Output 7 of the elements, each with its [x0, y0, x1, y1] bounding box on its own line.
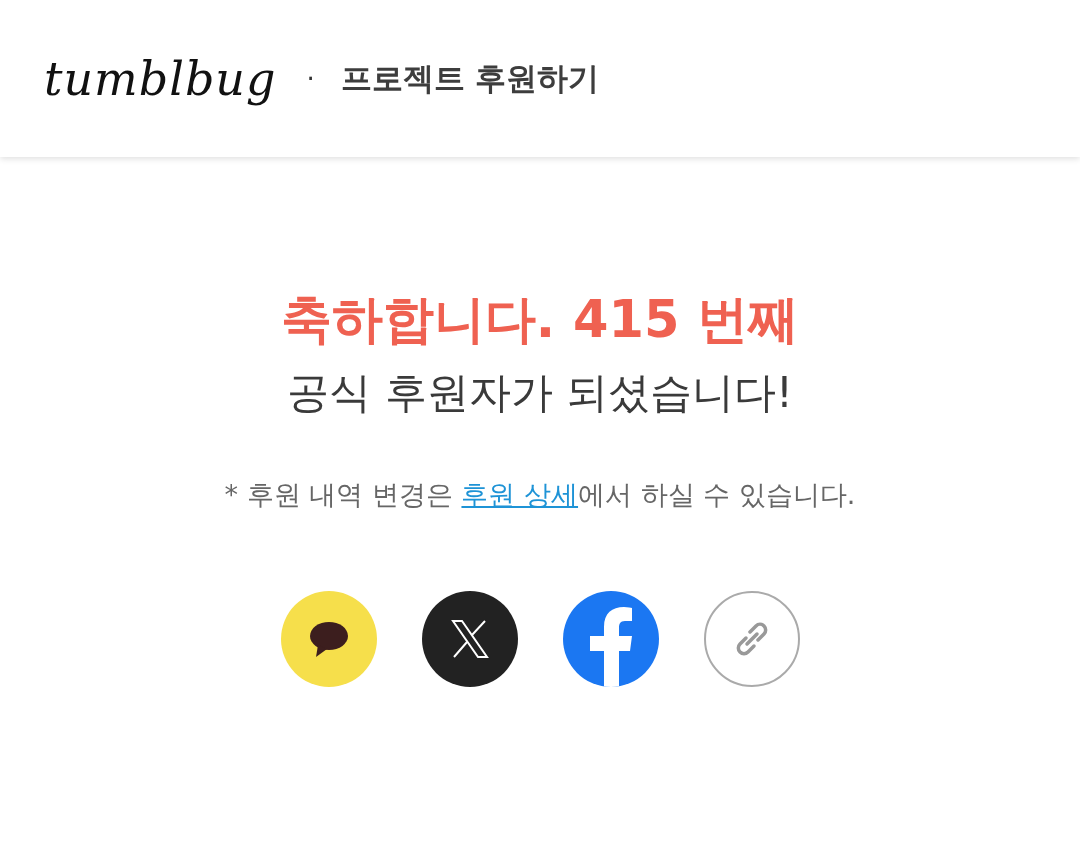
- page-title: 프로젝트 후원하기: [340, 58, 600, 98]
- logo[interactable]: tumblbug: [44, 51, 277, 106]
- headline: 축하합니다. 415 번째: [280, 289, 800, 351]
- note-text: * 후원 내역 변경은 후원 상세에서 하실 수 있습니다.: [224, 478, 856, 512]
- subtitle: 공식 후원자가 되셨습니다!: [287, 367, 793, 419]
- x-icon: [449, 619, 490, 659]
- separator-dot: ·: [306, 63, 315, 94]
